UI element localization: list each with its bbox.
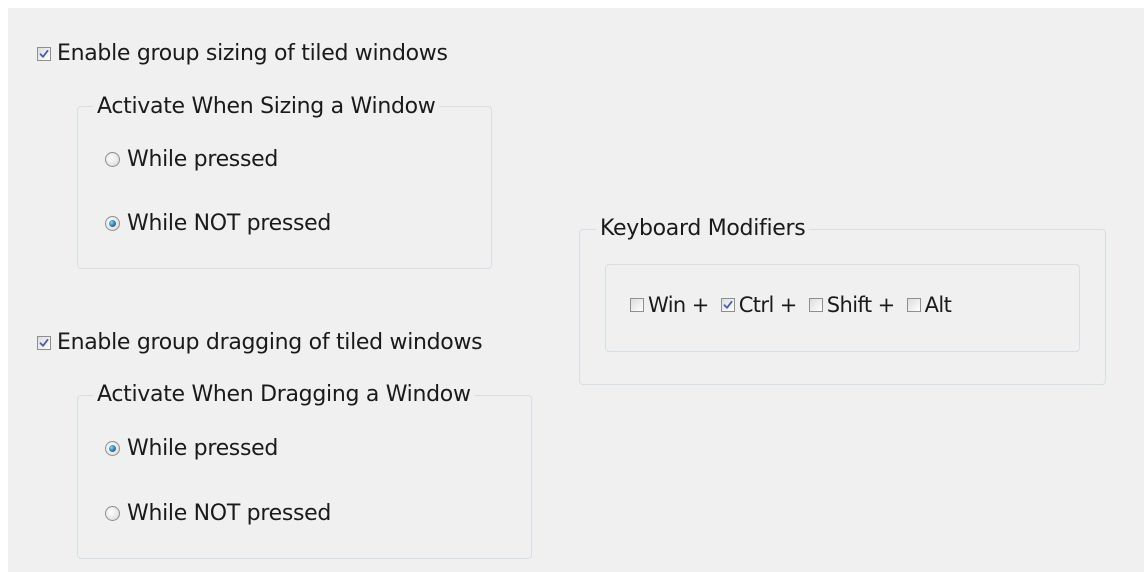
radio-selected-dot: [109, 220, 116, 227]
modifier-win-label: Win +: [648, 293, 709, 317]
modifier-win-checkbox[interactable]: Win +: [630, 293, 709, 317]
modifier-ctrl-checkbox[interactable]: Ctrl +: [720, 293, 798, 317]
activate-when-sizing-title: Activate When Sizing a Window: [93, 94, 440, 120]
modifier-ctrl-label: Ctrl +: [738, 293, 798, 317]
checkbox-icon: [37, 335, 51, 350]
sizing-while-not-pressed-radio[interactable]: While NOT pressed: [105, 211, 331, 236]
sizing-while-pressed-radio[interactable]: While pressed: [105, 147, 278, 172]
modifier-alt-checkbox[interactable]: Alt: [906, 293, 952, 317]
activate-when-dragging-title: Activate When Dragging a Window: [93, 382, 475, 408]
radio-icon: [105, 441, 120, 456]
keyboard-modifiers-row: Win + Ctrl + Shift + Alt: [630, 293, 963, 317]
dragging-while-not-pressed-label: While NOT pressed: [127, 501, 332, 526]
radio-icon: [105, 152, 120, 167]
radio-selected-dot: [109, 445, 116, 452]
keyboard-modifiers-title: Keyboard Modifiers: [596, 216, 810, 242]
activate-when-dragging-group: [77, 395, 532, 559]
enable-group-dragging-checkbox[interactable]: Enable group dragging of tiled windows: [37, 330, 483, 355]
dragging-while-pressed-radio[interactable]: While pressed: [105, 436, 278, 461]
checkbox-icon: [906, 298, 921, 312]
enable-group-sizing-label: Enable group sizing of tiled windows: [57, 41, 448, 66]
enable-group-dragging-label: Enable group dragging of tiled windows: [57, 330, 483, 355]
radio-icon: [105, 506, 120, 521]
modifier-shift-label: Shift +: [826, 293, 895, 317]
checkbox-icon: [720, 298, 735, 312]
radio-icon: [105, 216, 120, 231]
sizing-while-not-pressed-label: While NOT pressed: [127, 211, 332, 236]
settings-panel: Enable group sizing of tiled windows Act…: [8, 8, 1144, 572]
checkbox-icon: [37, 46, 51, 61]
modifier-alt-label: Alt: [924, 293, 952, 317]
activate-when-sizing-group: [77, 106, 492, 269]
dragging-while-pressed-label: While pressed: [127, 436, 279, 461]
dragging-while-not-pressed-radio[interactable]: While NOT pressed: [105, 501, 331, 526]
sizing-while-pressed-label: While pressed: [127, 147, 279, 172]
checkbox-icon: [808, 298, 823, 312]
enable-group-sizing-checkbox[interactable]: Enable group sizing of tiled windows: [37, 41, 448, 66]
checkbox-icon: [630, 298, 644, 312]
modifier-shift-checkbox[interactable]: Shift +: [808, 293, 895, 317]
